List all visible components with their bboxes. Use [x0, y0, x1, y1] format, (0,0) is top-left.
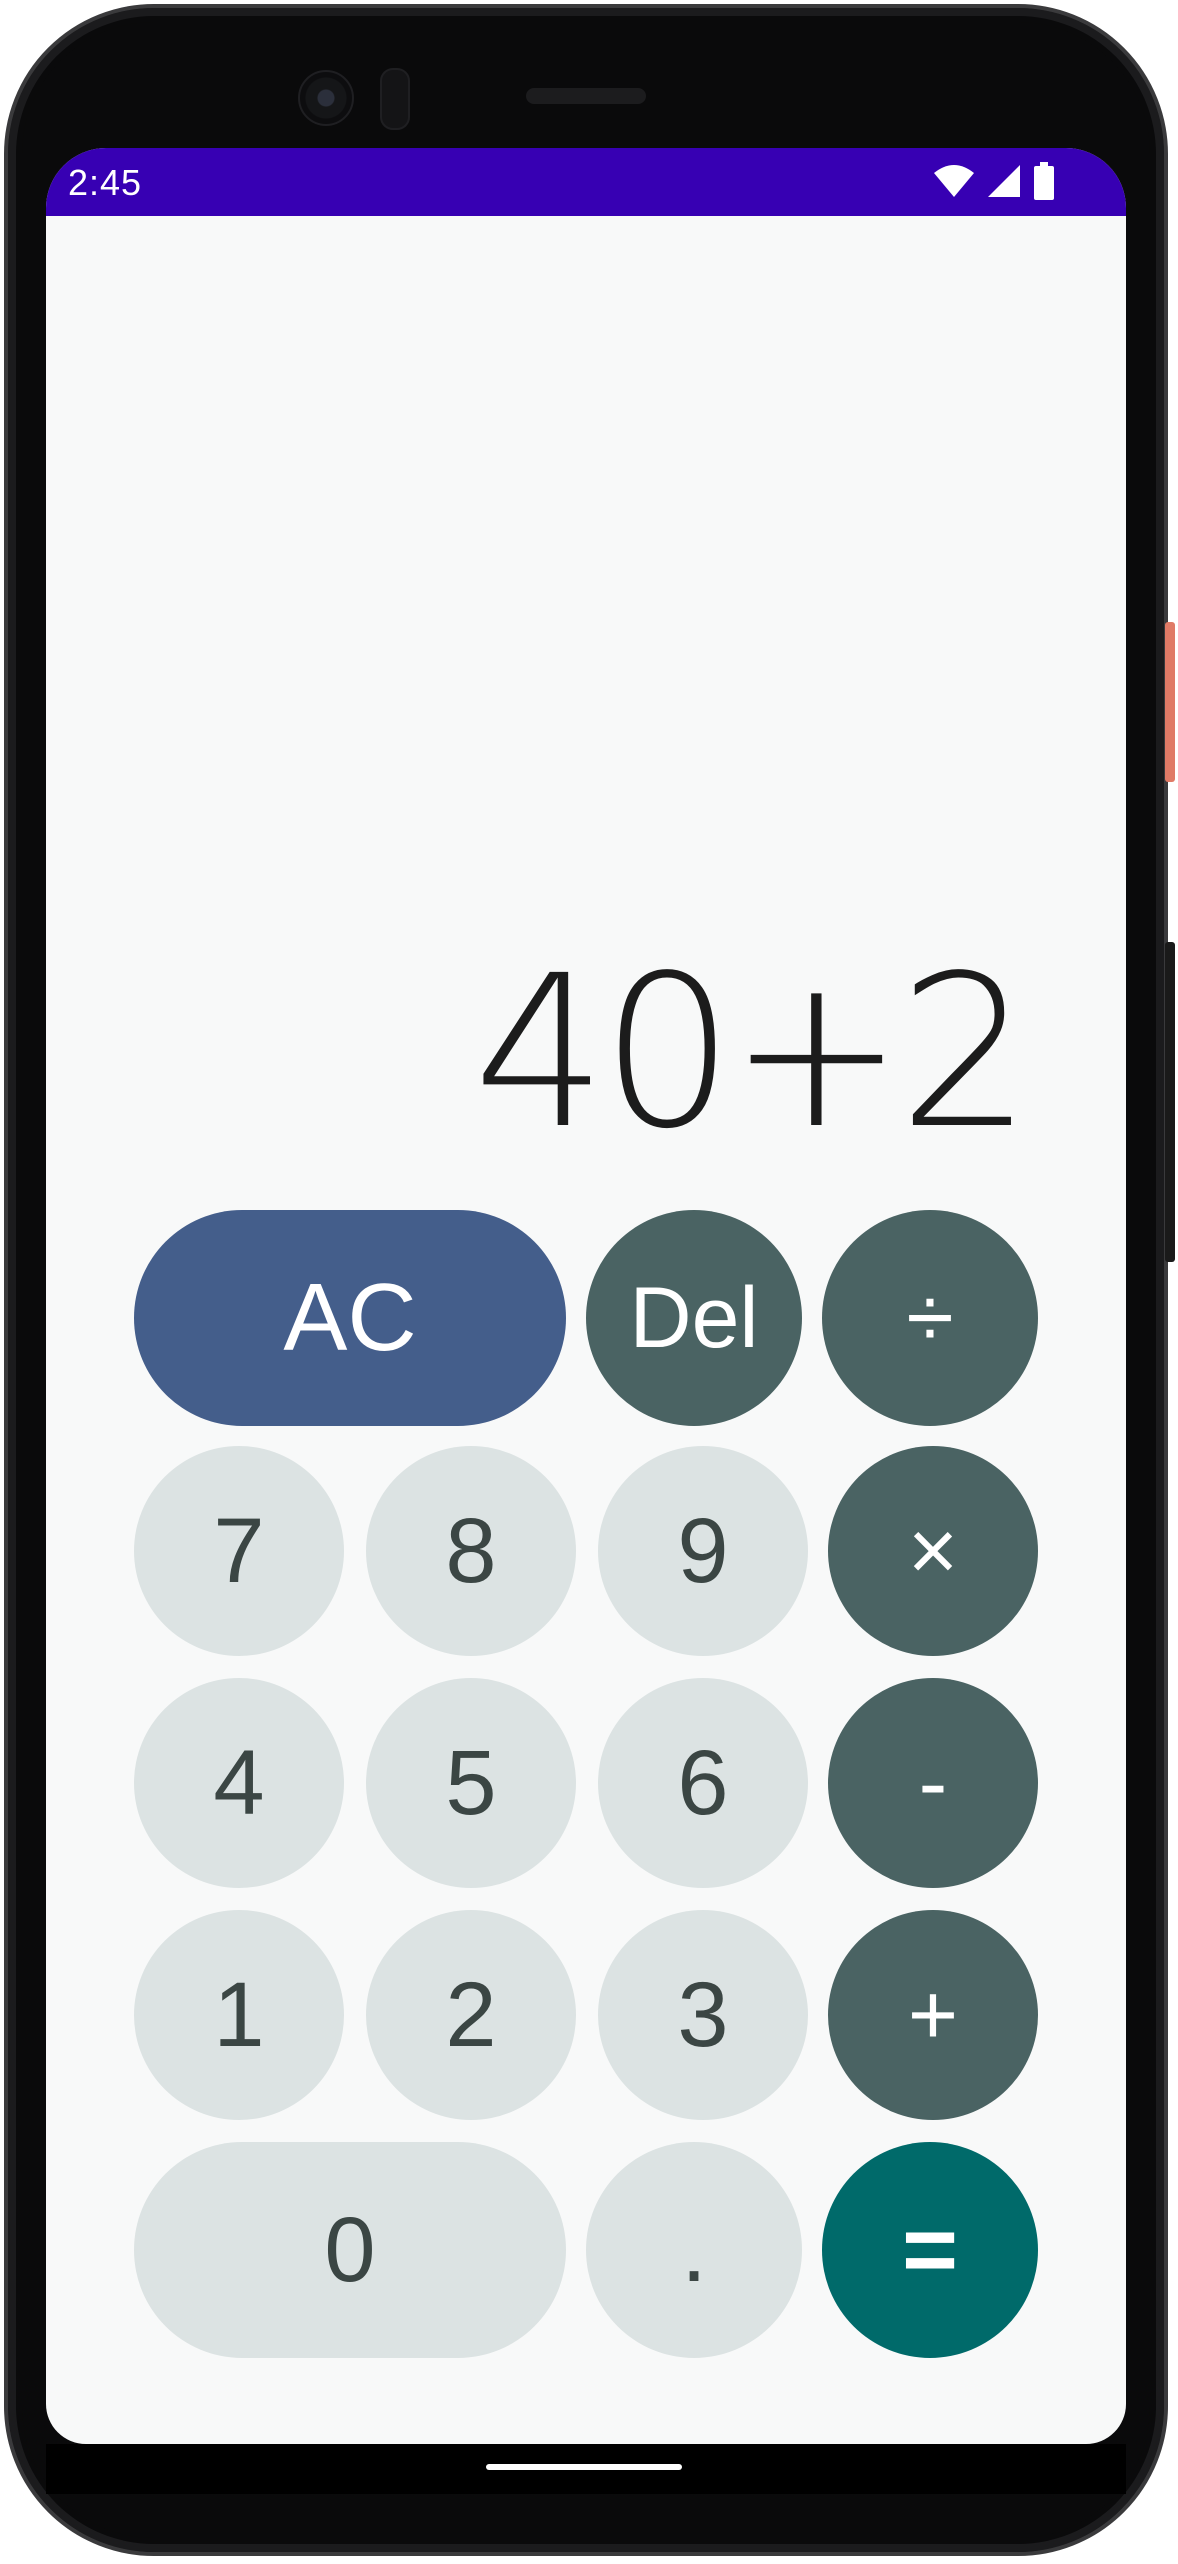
home-gesture-handle[interactable] — [486, 2464, 682, 2470]
power-button[interactable] — [1165, 622, 1175, 782]
decimal-button[interactable]: . — [586, 2142, 802, 2358]
navigation-bar — [46, 2444, 1126, 2494]
cellular-signal-icon — [986, 163, 1022, 204]
equals-button[interactable]: = — [822, 2142, 1038, 2358]
digit-1-button[interactable]: 1 — [134, 1910, 344, 2120]
digit-8-button[interactable]: 8 — [366, 1446, 576, 1656]
digit-3-button[interactable]: 3 — [598, 1910, 808, 2120]
status-time: 2:45 — [68, 162, 143, 203]
digit-9-button[interactable]: 9 — [598, 1446, 808, 1656]
status-bar: 2:45 — [46, 148, 1126, 216]
front-camera — [298, 70, 354, 126]
digit-2-button[interactable]: 2 — [366, 1910, 576, 2120]
divide-button[interactable]: ÷ — [822, 1210, 1038, 1426]
minus-button[interactable]: - — [828, 1678, 1038, 1888]
multiply-button[interactable]: × — [828, 1446, 1038, 1656]
app-screen: 2:45 40+2 AC Del ÷ 7 8 9 × 4 5 6 - 1 2 3… — [46, 148, 1126, 2444]
volume-button[interactable] — [1165, 942, 1175, 1262]
earpiece-speaker — [526, 88, 646, 104]
digit-5-button[interactable]: 5 — [366, 1678, 576, 1888]
wifi-icon — [932, 163, 976, 204]
digit-7-button[interactable]: 7 — [134, 1446, 344, 1656]
plus-button[interactable]: + — [828, 1910, 1038, 2120]
digit-4-button[interactable]: 4 — [134, 1678, 344, 1888]
proximity-sensor — [380, 68, 410, 130]
digit-0-button[interactable]: 0 — [134, 2142, 566, 2358]
clear-all-button[interactable]: AC — [134, 1210, 566, 1426]
battery-icon — [1032, 162, 1056, 205]
status-icons — [932, 162, 1056, 205]
delete-button[interactable]: Del — [586, 1210, 802, 1426]
expression-display: 40+2 — [473, 930, 1032, 1175]
digit-6-button[interactable]: 6 — [598, 1678, 808, 1888]
